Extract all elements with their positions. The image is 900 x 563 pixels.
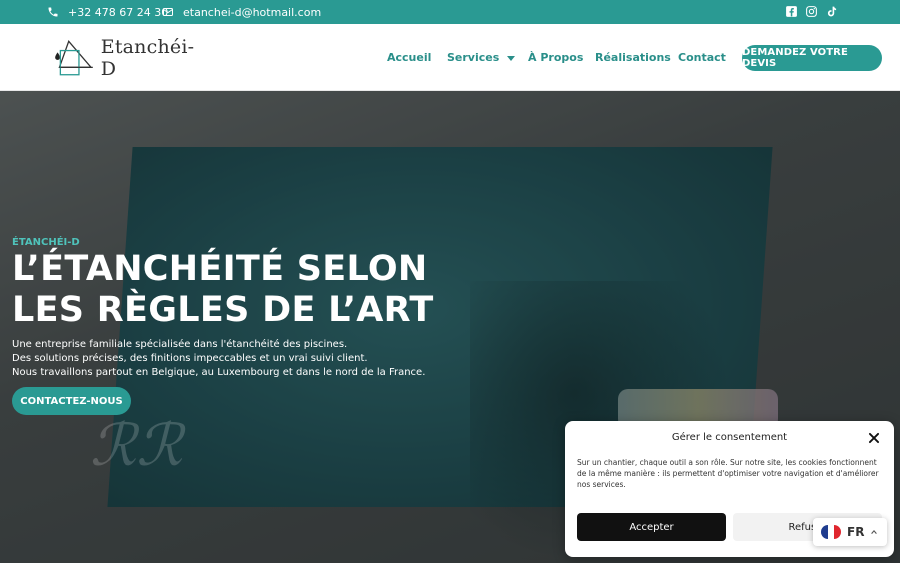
- request-quote-button[interactable]: DEMANDEZ VOTRE DEVIS: [742, 45, 882, 71]
- france-flag-icon: [821, 525, 841, 539]
- accept-cookies-button[interactable]: Accepter: [577, 513, 726, 541]
- mail-icon: [161, 5, 175, 19]
- nav-contact[interactable]: Contact: [678, 51, 726, 64]
- phone-icon: [46, 5, 60, 19]
- close-icon[interactable]: [867, 431, 881, 445]
- chevron-down-icon: [507, 55, 516, 61]
- hero-description: Une entreprise familiale spécialisée dan…: [12, 338, 425, 380]
- hero-title: L’ÉTANCHÉITÉ SELON LES RÈGLES DE L’ART: [12, 249, 434, 331]
- hero-eyebrow: ÉTANCHÉI-D: [12, 237, 80, 248]
- hero-watermark-mark: ℛℛ: [90, 411, 183, 479]
- site-logo[interactable]: Etanchéi-D: [52, 36, 202, 80]
- chevron-up-icon: [871, 529, 878, 534]
- email-text: etanchei-d@hotmail.com: [183, 5, 322, 19]
- hero-title-line-2: LES RÈGLES DE L’ART: [12, 290, 434, 330]
- nav-a-propos[interactable]: À Propos: [528, 51, 583, 64]
- phone-text: +32 478 67 24 30: [68, 5, 169, 19]
- logo-text: Etanchéi-D: [100, 36, 195, 80]
- phone-contact[interactable]: +32 478 67 24 30: [46, 0, 168, 24]
- hero-desc-line-1: Une entreprise familiale spécialisée dan…: [12, 339, 348, 350]
- site-header: Etanchéi-D Accueil Services À Propos Réa…: [0, 24, 900, 91]
- email-contact[interactable]: etanchei-d@hotmail.com: [161, 0, 321, 24]
- nav-accueil[interactable]: Accueil: [387, 51, 431, 64]
- hero-title-line-1: L’ÉTANCHÉITÉ SELON: [12, 249, 428, 289]
- instagram-icon[interactable]: [805, 5, 818, 18]
- language-code: FR: [847, 525, 865, 539]
- hero-desc-line-3: Nous travaillons partout en Belgique, au…: [12, 367, 426, 378]
- logo-mark-icon: [55, 39, 93, 76]
- language-switcher[interactable]: FR: [813, 518, 887, 546]
- contact-us-button[interactable]: CONTACTEZ-NOUS: [12, 387, 131, 415]
- nav-services-label: Services: [447, 51, 500, 64]
- nav-services[interactable]: Services: [447, 51, 516, 64]
- consent-text: Sur un chantier, chaque outil a son rôle…: [577, 458, 879, 489]
- facebook-icon[interactable]: [785, 5, 798, 18]
- consent-title: Gérer le consentement: [671, 432, 788, 443]
- nav-realisations[interactable]: Réalisations: [595, 51, 671, 64]
- top-bar: +32 478 67 24 30 etanchei-d@hotmail.com: [0, 0, 900, 24]
- tiktok-icon[interactable]: [825, 5, 838, 18]
- hero-desc-line-2: Des solutions précises, des finitions im…: [12, 353, 368, 364]
